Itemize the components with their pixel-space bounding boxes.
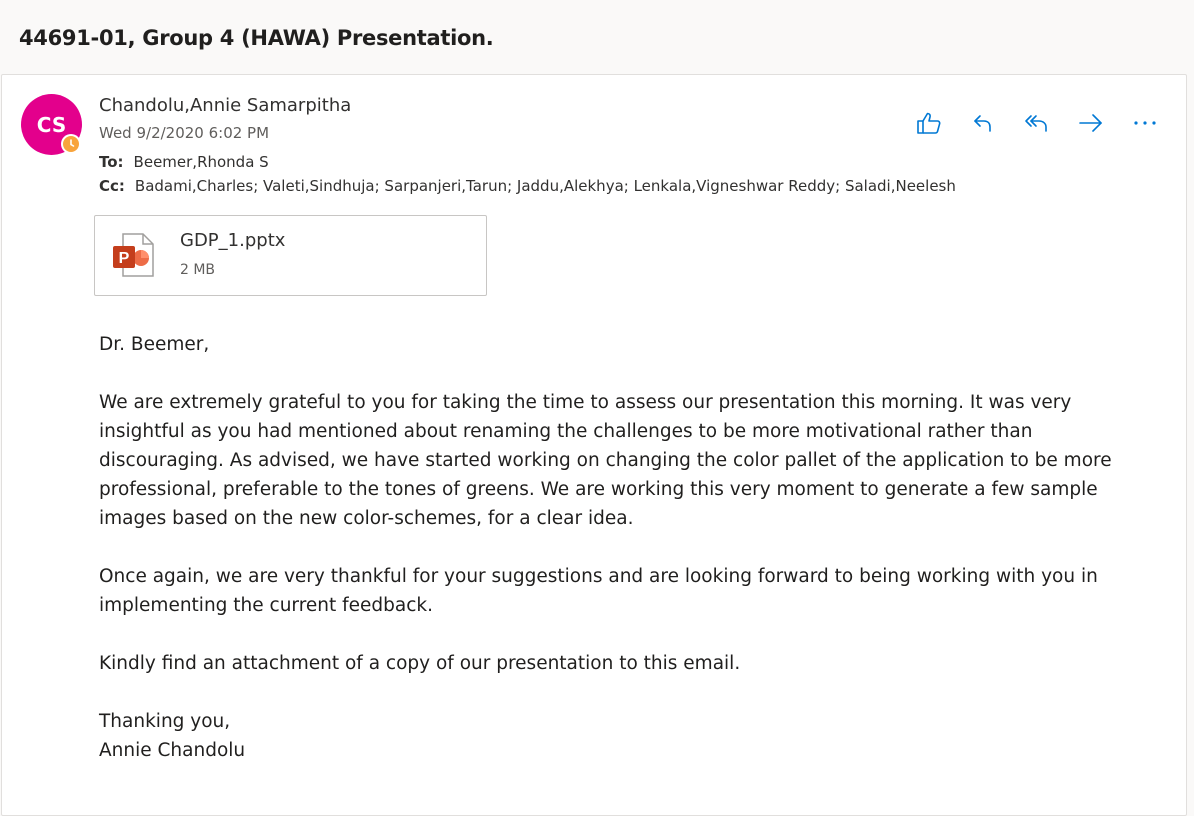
body-greeting: Dr. Beemer, (99, 334, 210, 355)
avatar-initials: CS (36, 112, 67, 137)
sender-name[interactable]: Chandolu,Annie Samarpitha (99, 95, 351, 116)
body-paragraph: Once again, we are very thankful for you… (99, 566, 1098, 616)
body-paragraph: We are extremely grateful to you for tak… (99, 392, 1112, 529)
message-actions (914, 109, 1160, 137)
body-paragraph: Kindly find an attachment of a copy of o… (99, 653, 741, 674)
like-button[interactable] (914, 109, 944, 137)
forward-icon (1079, 114, 1102, 132)
more-icon (1134, 121, 1156, 125)
reply-all-button[interactable] (1022, 109, 1052, 137)
message-card: CS Chandolu,Annie Samarpitha Wed 9/2/202… (1, 74, 1187, 816)
to-line: To: Beemer,Rhonda S (99, 153, 269, 171)
like-icon (917, 112, 941, 134)
message-body: Dr. Beemer, We are extremely grateful to… (99, 330, 1159, 765)
to-recipients[interactable]: Beemer,Rhonda S (134, 153, 269, 171)
cc-line: Cc: Badami,Charles; Valeti,Sindhuja; Sarp… (99, 177, 956, 195)
attachment-card[interactable]: P GDP_1.pptx 2 MB (94, 215, 487, 296)
body-closing: Thanking you, (99, 711, 231, 732)
presence-away-icon (61, 134, 81, 154)
cc-label: Cc: (99, 177, 125, 195)
reply-all-icon (1025, 115, 1047, 132)
sent-date: Wed 9/2/2020 6:02 PM (99, 124, 270, 142)
attachment-name[interactable]: GDP_1.pptx (180, 230, 285, 251)
email-subject: 44691-01, Group 4 (HAWA) Presentation. (19, 26, 494, 50)
more-actions-button[interactable] (1130, 109, 1160, 137)
cc-recipients[interactable]: Badami,Charles; Valeti,Sindhuja; Sarpanj… (135, 177, 956, 195)
body-signature: Annie Chandolu (99, 740, 246, 761)
svg-text:P: P (119, 250, 130, 267)
reply-icon (974, 115, 991, 132)
to-label: To: (99, 153, 124, 171)
attachment-size: 2 MB (180, 262, 216, 278)
reply-button[interactable] (968, 109, 998, 137)
powerpoint-icon: P (111, 232, 155, 282)
forward-button[interactable] (1076, 109, 1106, 137)
